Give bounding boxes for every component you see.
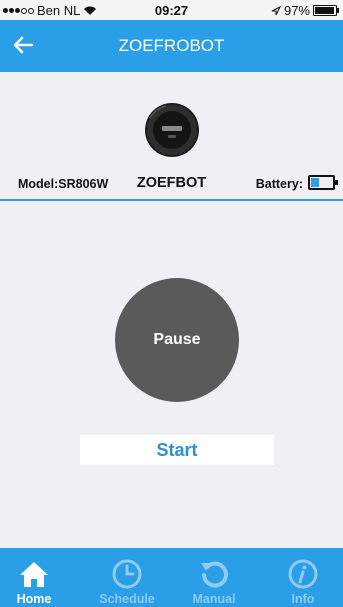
tab-label: Manual [192,592,236,606]
robot-battery-icon [308,175,338,190]
pause-button[interactable]: Pause [115,278,239,402]
section-divider [0,199,343,201]
page-title: ZOEFROBOT [118,36,225,55]
tab-label: Home [16,592,52,606]
clock-icon [112,559,142,589]
app-bar: ZOEFROBOT [0,20,343,72]
tab-label: Info [291,592,315,606]
tab-manual[interactable]: Manual [184,548,244,607]
battery-percent: 97% [283,3,310,18]
status-right: 97% [271,3,339,18]
tab-schedule[interactable]: Schedule [97,548,157,607]
tab-label: Schedule [99,592,155,606]
rotate-icon [201,561,228,588]
tab-home[interactable]: Home [4,548,64,607]
tab-bar: Home Schedule Manual Info [0,548,343,607]
start-button[interactable]: Start [80,435,274,465]
status-bar: Ben NL 09:27 97% [0,0,343,20]
battery-label: Battery: [255,177,303,191]
info-icon [288,559,318,589]
robot-vacuum-image [145,103,199,157]
tab-info[interactable]: Info [273,548,333,607]
location-arrow-icon [271,5,281,15]
home-icon [20,562,48,587]
status-battery-icon [313,5,339,16]
